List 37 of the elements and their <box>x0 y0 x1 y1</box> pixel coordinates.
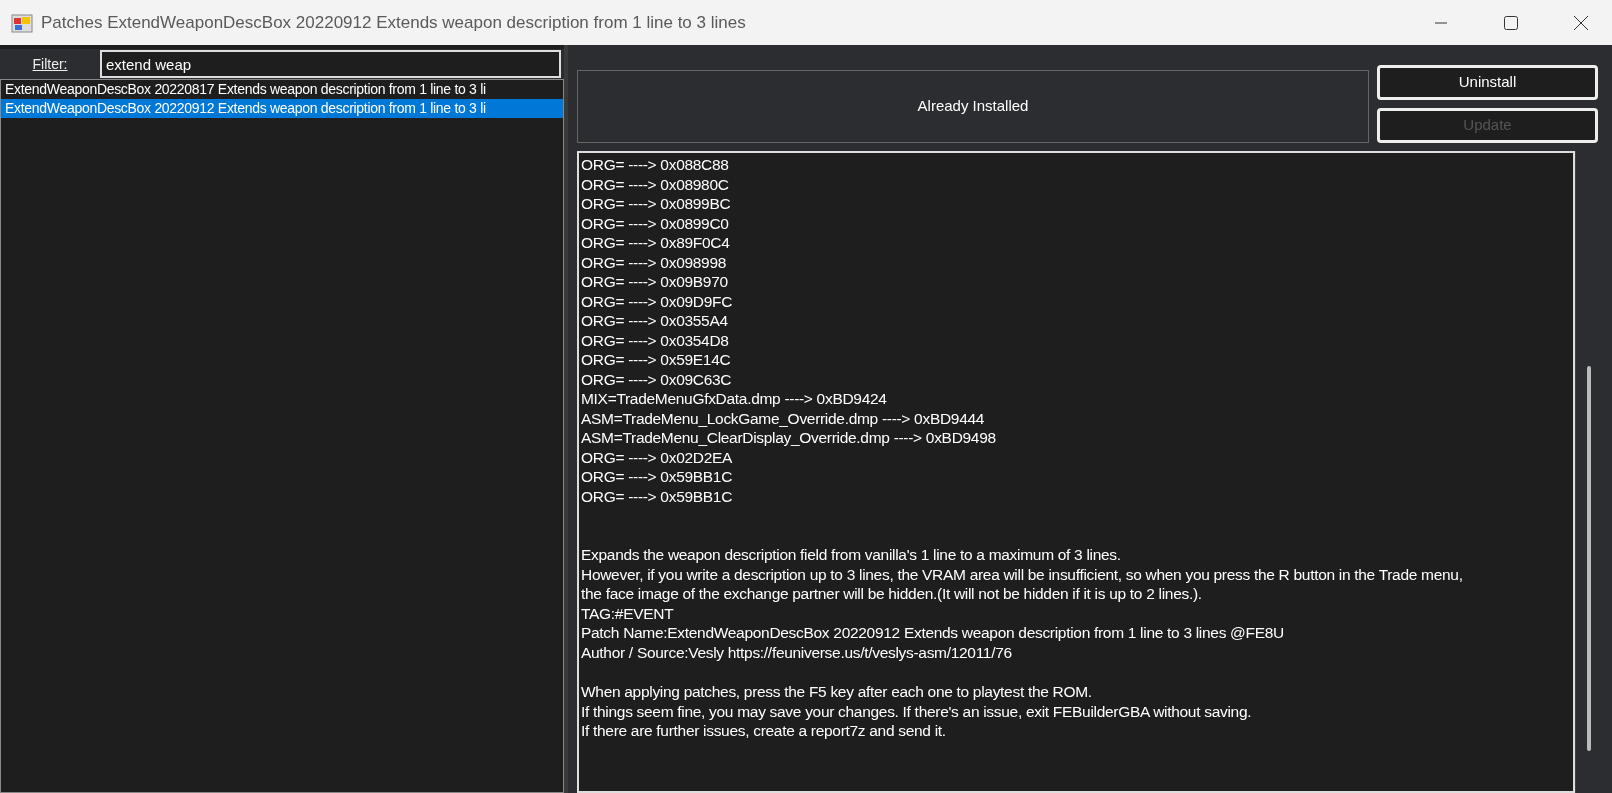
text-line: ORG= ----> 0x09B970 <box>581 272 729 292</box>
text-line: ORG= ----> 0x59E14C <box>581 350 732 370</box>
text-line: ORG= ----> 0x088C88 <box>581 155 730 175</box>
text-line: MIX=TradeMenuGfxData.dmp ----> 0xBD9424 <box>581 389 888 409</box>
text-line: ASM=TradeMenu_LockGame_Override.dmp ----> 0xBD9444 <box>581 408 986 428</box>
patch-list-item[interactable]: ExtendWeaponDescBox 20220912 Extends weapon description from 1 line to 3 li <box>1 99 563 118</box>
text-line: ORG= ----> 0x09D9FC <box>581 291 734 311</box>
text-line: ORG= ----> 0x09C63C <box>581 369 733 389</box>
text-line: When applying patches, press the F5 key after each one to playtest the ROM. <box>581 682 1093 702</box>
text-line: ORG= ----> 0x59BB1C <box>581 486 734 506</box>
text-line: Patch Name:ExtendWeaponDescBox 20220912 Extends weapon description from 1 line to 3 lines @FE8U <box>581 623 1285 643</box>
maximize-icon[interactable] <box>1504 15 1518 30</box>
text-line: ORG= ----> 0x098998 <box>581 252 728 272</box>
text-line: ORG= ----> 0x02D2EA <box>581 447 734 467</box>
text-line: TAG:#EVENT <box>581 603 675 623</box>
text-line: ORG= ----> 0x0355A4 <box>581 311 729 331</box>
text-line: If there are further issues, create a report7z and send it. <box>581 721 947 741</box>
filter-label: Filter: <box>31 54 69 74</box>
text-line: ORG= ----> 0x0354D8 <box>581 330 730 350</box>
close-icon[interactable] <box>1574 15 1588 30</box>
text-line: Author / Source:Vesly https://feuniverse.us/t/veslys-asm/12011/76 <box>581 642 1013 662</box>
text-line: ORG= ----> 0x89F0C4 <box>581 233 731 253</box>
text-line: ASM=TradeMenu_ClearDisplay_Override.dmp ----> 0xBD9498 <box>581 428 997 448</box>
text-line: the face image of the exchange partner will be hidden.(It will not be hidden if it is up to 2 lines.). <box>581 584 1203 604</box>
text-line: Expands the weapon description field from vanilla's 1 line to a maximum of 3 lines. <box>581 545 1122 565</box>
text-line: ORG= ----> 0x0899BC <box>581 194 732 214</box>
filter-field[interactable]: extend weap <box>100 50 561 78</box>
text-line: However, if you write a description up to 3 lines, the VRAM area will be insufficient, so when you press the R button in the Trade menu, <box>581 564 1464 584</box>
uninstall-button[interactable]: Uninstall <box>1377 65 1598 100</box>
text-line: ORG= ----> 0x0899C0 <box>581 213 730 233</box>
window-title: Patches ExtendWeaponDescBox 20220912 Extends weapon description from 1 line to 3 lines <box>41 11 747 34</box>
text-line: ORG= ----> 0x59BB1C <box>581 467 734 487</box>
text-line: If things seem fine, you may save your changes. If there's an issue, exit FEBuilderGBA without saving. <box>581 701 1253 721</box>
app-icon <box>11 11 33 34</box>
text-line: ORG= ----> 0x08980C <box>581 174 730 194</box>
patch-list-item[interactable]: ExtendWeaponDescBox 20220817 Extends weapon description from 1 line to 3 li <box>1 80 563 99</box>
status-panel: Already Installed <box>577 70 1369 143</box>
